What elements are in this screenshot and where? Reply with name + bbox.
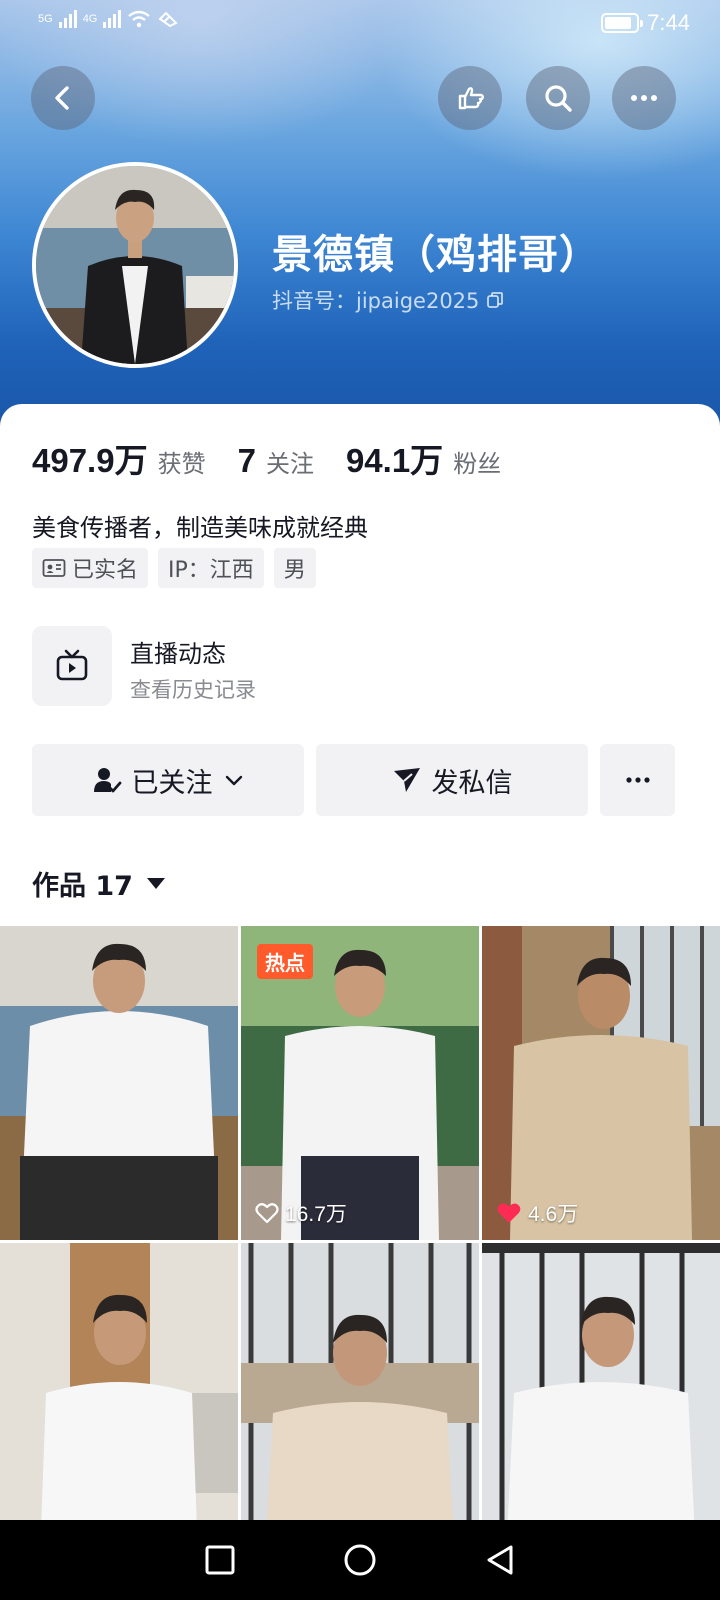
verified-tag: 已实名 xyxy=(32,548,149,588)
recent-apps-icon[interactable] xyxy=(203,1543,237,1577)
copy-icon[interactable] xyxy=(485,290,505,310)
heart-outline-icon xyxy=(255,1203,279,1224)
stats-row: 497.9万 获赞 7 关注 94.1万 粉丝 xyxy=(32,434,533,482)
video-thumbnail-image xyxy=(482,1243,720,1557)
more-actions-button[interactable] xyxy=(600,744,675,816)
likes-count[interactable]: 497.9万 xyxy=(32,434,148,482)
network-label-1: 5G xyxy=(38,13,53,25)
bio: 美食传播者，制造美味成就经典 xyxy=(32,514,368,542)
clock: 7:44 xyxy=(647,10,690,35)
nfc-icon xyxy=(158,11,179,28)
video-grid: 热点 16.7万 4.6万 xyxy=(0,926,720,1557)
video-thumbnail-image xyxy=(241,1243,479,1557)
works-tab[interactable]: 作品 17 xyxy=(32,864,165,903)
system-navigation-bar xyxy=(0,1520,720,1600)
douyin-id-text: 抖音号：jipaige2025 xyxy=(272,289,480,313)
works-tab-label: 作品 17 xyxy=(32,871,133,902)
video-thumbnail-image xyxy=(0,1243,238,1557)
chevron-down-icon xyxy=(225,775,242,786)
more-horizontal-icon xyxy=(631,95,657,101)
tag-row: 已实名 IP：江西 男 xyxy=(32,548,316,588)
live-title[interactable]: 直播动态 xyxy=(130,634,226,669)
like-count-text: 16.7万 xyxy=(285,1203,347,1226)
caret-down-icon xyxy=(146,878,165,889)
battery-icon xyxy=(601,13,644,33)
tv-play-icon xyxy=(56,649,88,681)
video-thumbnail[interactable] xyxy=(241,1243,479,1557)
search-icon xyxy=(545,85,572,112)
douyin-id[interactable]: 抖音号：jipaige2025 xyxy=(272,285,505,315)
following-count[interactable]: 7 xyxy=(238,442,256,480)
message-button[interactable]: 发私信 xyxy=(316,744,588,816)
like-count-text: 4.6万 xyxy=(528,1203,579,1226)
heart-filled-icon xyxy=(497,1203,521,1223)
avatar[interactable] xyxy=(32,162,238,368)
video-thumbnail[interactable] xyxy=(0,1243,238,1557)
video-thumbnail-image xyxy=(0,926,238,1240)
status-right: 7:44 xyxy=(601,10,690,36)
verified-tag-label: 已实名 xyxy=(72,558,139,583)
live-history-icon-box[interactable] xyxy=(32,626,112,706)
like-count: 4.6万 xyxy=(496,1198,578,1228)
ip-tag: IP：江西 xyxy=(158,548,264,588)
signal-icon-2 xyxy=(103,10,122,28)
signal-icon xyxy=(58,10,77,28)
profile-header: 5G 4G 7:44 景德镇（鸡排哥） 抖音号：jipaige2025 xyxy=(0,0,720,430)
back-triangle-icon[interactable] xyxy=(483,1543,517,1577)
profile-card: 497.9万 获赞 7 关注 94.1万 粉丝 美食传播者，制造美味成就经典 已… xyxy=(0,404,720,1557)
video-thumbnail[interactable]: 热点 16.7万 xyxy=(241,926,479,1240)
search-button[interactable] xyxy=(526,66,590,130)
nickname: 景德镇（鸡排哥） xyxy=(272,232,600,278)
wifi-icon xyxy=(128,10,151,28)
pointing-hand-icon xyxy=(458,87,484,110)
followers-label[interactable]: 粉丝 xyxy=(453,444,501,479)
live-subtitle[interactable]: 查看历史记录 xyxy=(130,674,256,704)
send-icon xyxy=(393,768,420,792)
back-button[interactable] xyxy=(31,66,95,130)
more-button[interactable] xyxy=(612,66,676,130)
ip-tag-label: IP：江西 xyxy=(168,558,254,583)
followed-button-label: 已关注 xyxy=(131,767,213,799)
home-icon[interactable] xyxy=(342,1542,378,1578)
video-thumbnail-image xyxy=(482,926,720,1240)
id-card-icon xyxy=(42,559,66,577)
following-label[interactable]: 关注 xyxy=(266,444,314,479)
status-left: 5G 4G xyxy=(38,10,179,28)
user-check-icon xyxy=(93,768,121,793)
status-bar: 5G 4G 7:44 xyxy=(0,0,720,48)
network-label-2: 4G xyxy=(82,13,98,25)
share-button[interactable] xyxy=(438,66,502,130)
more-horizontal-icon xyxy=(625,777,650,783)
gender-tag: 男 xyxy=(273,548,316,588)
video-thumbnail[interactable]: 4.6万 xyxy=(482,926,720,1240)
message-button-label: 发私信 xyxy=(431,767,513,799)
followed-button[interactable]: 已关注 xyxy=(32,744,304,816)
video-thumbnail[interactable] xyxy=(482,1243,720,1557)
like-count: 16.7万 xyxy=(255,1198,347,1228)
avatar-image xyxy=(36,166,234,364)
video-thumbnail[interactable] xyxy=(0,926,238,1240)
gender-tag-label: 男 xyxy=(283,558,306,583)
chevron-left-icon xyxy=(55,86,69,110)
likes-label[interactable]: 获赞 xyxy=(158,444,206,479)
followers-count[interactable]: 94.1万 xyxy=(346,434,443,482)
hot-badge: 热点 xyxy=(257,944,313,979)
